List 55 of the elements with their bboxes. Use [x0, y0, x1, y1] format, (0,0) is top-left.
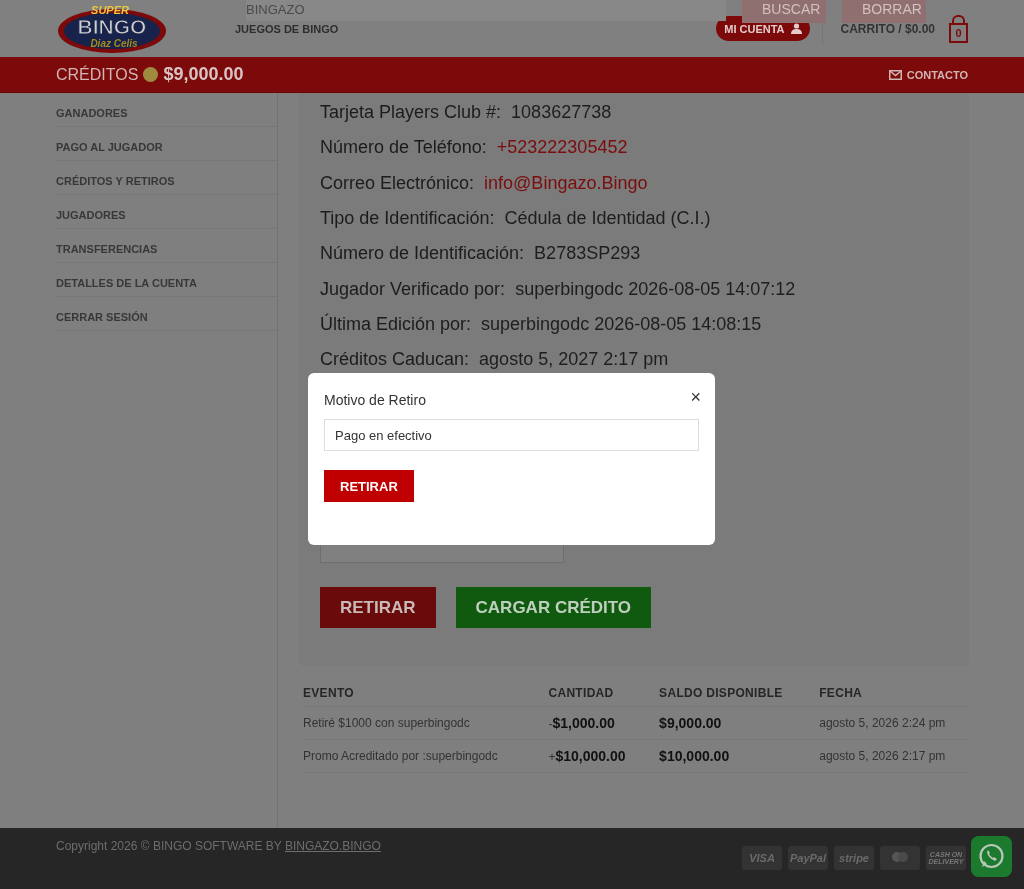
footer-link[interactable]: BINGAZO.BINGO: [284, 839, 381, 853]
field-label: Última Edición por:: [320, 313, 472, 335]
table-cell: $9,000.00: [659, 706, 820, 740]
withdraw-button[interactable]: RETIRAR: [324, 470, 414, 502]
column-header: CANTIDAD: [548, 680, 660, 707]
sidebar-item[interactable]: JUGADORES: [56, 195, 277, 229]
field-label: Tarjeta Players Club #:: [320, 102, 502, 124]
sidebar-item[interactable]: DETALLES DE LA CUENTA: [56, 263, 277, 297]
amount-cell: -$1,000.00: [548, 706, 660, 740]
sidebar-item[interactable]: CRÉDITOS Y RETIROS: [56, 161, 277, 195]
table-cell: Promo Acreditado por :superbingodc: [303, 739, 549, 773]
table-cell: $10,000.00: [659, 739, 820, 773]
column-header: FECHA: [819, 680, 969, 707]
amount-cell: +$10,000.00: [548, 739, 660, 773]
search-bar-button[interactable]: BUSCAR: [742, 0, 826, 23]
sidebar-item[interactable]: GANADORES: [56, 93, 277, 127]
withdraw-button[interactable]: RETIRAR: [320, 587, 436, 629]
copyright-text: Copyright 2026 © BINGO SOFTWARE BY BINGAZO.BINGO: [56, 839, 381, 853]
field-label: Número de Teléfono:: [320, 137, 487, 159]
credits-amount: $9,000.00: [163, 64, 244, 85]
table-cell: Retiré $1000 con superbingodc: [303, 706, 549, 740]
search-bar-button[interactable]: BORRAR: [842, 0, 926, 23]
field-value: B2783SP293: [534, 243, 641, 265]
field-label: Correo Electrónico:: [320, 172, 475, 194]
field-value: 1083627738: [511, 102, 612, 124]
column-header: EVENTO: [303, 680, 549, 707]
field-value: superbingodc 2026-08-05 14:07:12: [515, 278, 796, 300]
dialog-title: Motivo de Retiro: [324, 392, 426, 408]
contact-link[interactable]: info@Bingazo.Bingo: [484, 172, 648, 194]
credits-label: CRÉDITOS: [56, 65, 139, 84]
nav-link[interactable]: JUEGOS DE BINGO: [235, 22, 339, 35]
table-cell: agosto 5, 2026 2:24 pm: [819, 706, 969, 740]
field-value: Cédula de Identidad (C.I.): [504, 208, 711, 230]
cart-link[interactable]: CARRITO / $0.00: [834, 20, 941, 37]
sidebar-item[interactable]: TRANSFERENCIAS: [56, 229, 277, 263]
field-label: Jugador Verificado por:: [320, 278, 506, 300]
field-value: superbingodc 2026-08-05 14:08:15: [481, 313, 762, 335]
contact-link[interactable]: +523222305452: [496, 137, 628, 159]
field-value: agosto 5, 2027 2:17 pm: [479, 349, 669, 371]
reason-field[interactable]: Pago en efectivo: [324, 419, 699, 451]
envelope-icon: [888, 69, 902, 80]
load-credit-button[interactable]: CARGAR CRÉDITO: [455, 587, 652, 629]
sidebar-item[interactable]: CERRAR SESIÓN: [56, 297, 277, 331]
coin-icon: [143, 67, 159, 82]
user-icon: [790, 23, 802, 34]
search-field[interactable]: BINGAZO: [246, 0, 726, 21]
close-button[interactable]: ×: [688, 387, 703, 407]
table-cell: agosto 5, 2026 2:17 pm: [819, 739, 969, 773]
column-header: SALDO DISPONIBLE: [659, 680, 820, 707]
field-label: Número de Identificación:: [320, 243, 525, 265]
chat-bubble-icon[interactable]: [971, 836, 1012, 877]
contact-link[interactable]: CONTACTO: [888, 68, 968, 81]
field-label: Tipo de Identificación:: [320, 208, 495, 230]
sidebar-item[interactable]: PAGO AL JUGADOR: [56, 127, 277, 161]
field-label: Créditos Caducan:: [320, 349, 470, 371]
